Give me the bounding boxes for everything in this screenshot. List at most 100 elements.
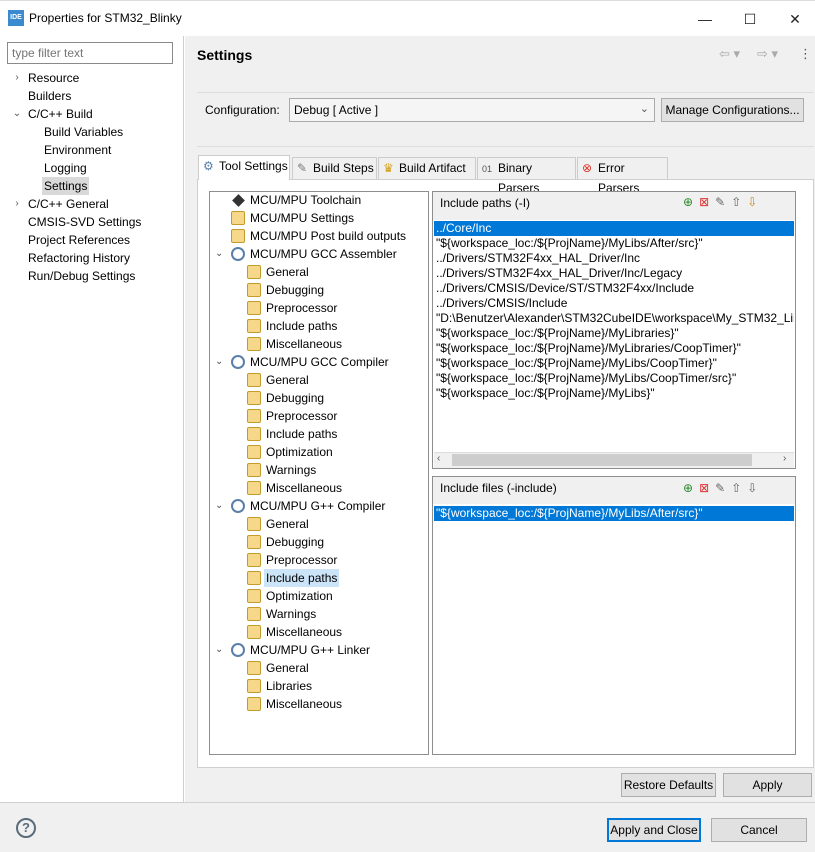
tool-tree-item[interactable]: Debugging [211, 389, 427, 407]
include-path-row[interactable]: "${workspace_loc:/${ProjName}/MyLibs/Coo… [434, 371, 794, 386]
tool-tree-item[interactable]: Libraries [211, 677, 427, 695]
chevron-right-icon[interactable]: › [11, 195, 23, 213]
nav-item-resource[interactable]: › Resource [0, 69, 183, 87]
include-path-row[interactable]: "${workspace_loc:/${ProjName}/MyLibrarie… [434, 326, 794, 341]
tool-tree-item[interactable]: Miscellaneous [211, 695, 427, 713]
tool-tree-item[interactable]: Debugging [211, 281, 427, 299]
include-path-row[interactable]: ../Drivers/STM32F4xx_HAL_Driver/Inc/Lega… [434, 266, 794, 281]
nav-item-cmsis-svd-settings[interactable]: CMSIS-SVD Settings [0, 213, 183, 231]
scroll-right-icon[interactable]: › [783, 453, 786, 464]
tool-tree-item[interactable]: General [211, 659, 427, 677]
chevron-down-icon[interactable]: ⌄ [215, 353, 225, 371]
tool-tree-item[interactable]: Optimization [211, 587, 427, 605]
tool-tree-item[interactable]: General [211, 263, 427, 281]
move-up-icon[interactable]: ⇧ [731, 195, 747, 209]
tool-tree-item[interactable]: Preprocessor [211, 407, 427, 425]
scrollbar-thumb[interactable] [452, 454, 752, 466]
include-files-toolbar: ⊕⊠✎⇧⇩ [683, 481, 763, 495]
tab-tool-settings[interactable]: ⚙ Tool Settings [198, 155, 290, 180]
configuration-select[interactable]: Debug [ Active ] ⌄ [289, 98, 655, 122]
chevron-down-icon[interactable]: ⌄ [11, 105, 23, 123]
nav-item-environment[interactable]: Environment [0, 141, 183, 159]
include-path-row[interactable]: "${workspace_loc:/${ProjName}/MyLibs/Aft… [434, 236, 794, 251]
tab-build-artifact[interactable]: ♛ Build Artifact [378, 157, 476, 179]
chip-icon [232, 194, 245, 207]
include-path-row[interactable]: ../Core/Inc [434, 221, 794, 236]
tool-tree-label: Debugging [266, 535, 325, 549]
chevron-down-icon[interactable]: ⌄ [215, 497, 225, 515]
apply-and-close-button[interactable]: Apply and Close [607, 818, 701, 842]
delete-icon[interactable]: ⊠ [699, 195, 715, 209]
tab-error-parsers[interactable]: ⊗ Error Parsers [577, 157, 668, 195]
include-path-row[interactable]: "${workspace_loc:/${ProjName}/MyLibs}" [434, 386, 794, 401]
tab-binary-parsers[interactable]: 01 Binary Parsers [477, 157, 576, 195]
tool-tree-item[interactable]: Miscellaneous [211, 623, 427, 641]
tool-tree-item[interactable]: Preprocessor [211, 551, 427, 569]
forward-arrow-icon[interactable]: ⇨ ▾ [757, 46, 778, 62]
tool-tree-item[interactable]: Include paths [211, 317, 427, 335]
nav-item-c-c-general[interactable]: › C/C++ General [0, 195, 183, 213]
tool-tree-item[interactable]: General [211, 371, 427, 389]
nav-item-logging[interactable]: Logging [0, 159, 183, 177]
folder-gear-icon [247, 445, 261, 459]
tool-tree-item[interactable]: Include paths [211, 569, 427, 587]
scroll-left-icon[interactable]: ‹ [437, 453, 440, 464]
edit-icon[interactable]: ✎ [715, 195, 731, 209]
tool-tree-label: Include paths [266, 427, 338, 441]
nav-item-project-references[interactable]: Project References [0, 231, 183, 249]
move-down-icon[interactable]: ⇩ [747, 195, 763, 209]
tool-tree-item[interactable]: Warnings [211, 461, 427, 479]
add-icon[interactable]: ⊕ [683, 481, 699, 495]
edit-icon[interactable]: ✎ [715, 481, 731, 495]
move-up-icon[interactable]: ⇧ [731, 481, 747, 495]
filter-input[interactable] [7, 42, 173, 64]
tool-tree-item[interactable]: General [211, 515, 427, 533]
back-arrow-icon[interactable]: ⇦ ▾ [719, 46, 740, 62]
include-path-row[interactable]: ../Drivers/CMSIS/Device/ST/STM32F4xx/Inc… [434, 281, 794, 296]
include-file-row[interactable]: "${workspace_loc:/${ProjName}/MyLibs/Aft… [434, 506, 794, 521]
include-path-row[interactable]: ../Drivers/STM32F4xx_HAL_Driver/Inc [434, 251, 794, 266]
close-button[interactable]: ✕ [772, 6, 815, 32]
tool-tree-item[interactable]: Miscellaneous [211, 335, 427, 353]
add-icon[interactable]: ⊕ [683, 195, 699, 209]
tool-tree-item[interactable]: Debugging [211, 533, 427, 551]
include-path-row[interactable]: ../Drivers/CMSIS/Include [434, 296, 794, 311]
tool-tree-item[interactable]: MCU/MPU Toolchain [211, 191, 427, 209]
tool-tree-item[interactable]: ⌄ MCU/MPU GCC Assembler [211, 245, 427, 263]
include-path-row[interactable]: "${workspace_loc:/${ProjName}/MyLibrarie… [434, 341, 794, 356]
nav-item-settings[interactable]: Settings [0, 177, 183, 195]
nav-item-label: Project References [28, 233, 131, 247]
tool-tree-item[interactable]: ⌄ MCU/MPU GCC Compiler [211, 353, 427, 371]
nav-item-refactoring-history[interactable]: Refactoring History [0, 249, 183, 267]
restore-defaults-button[interactable]: Restore Defaults [621, 773, 716, 797]
nav-item-run-debug-settings[interactable]: Run/Debug Settings [0, 267, 183, 285]
nav-item-c-c-build[interactable]: ⌄ C/C++ Build [0, 105, 183, 123]
tool-tree-item[interactable]: Warnings [211, 605, 427, 623]
tool-tree-item[interactable]: ⌄ MCU/MPU G++ Linker [211, 641, 427, 659]
help-icon[interactable]: ? [16, 818, 36, 838]
move-down-icon[interactable]: ⇩ [747, 481, 763, 495]
apply-button[interactable]: Apply [723, 773, 812, 797]
chevron-down-icon[interactable]: ⌄ [215, 641, 225, 659]
tool-tree-item[interactable]: Optimization [211, 443, 427, 461]
tool-tree-item[interactable]: ⌄ MCU/MPU G++ Compiler [211, 497, 427, 515]
chevron-right-icon[interactable]: › [11, 69, 23, 87]
more-menu-icon[interactable]: ⋮ [799, 46, 812, 62]
tool-tree-item[interactable]: Preprocessor [211, 299, 427, 317]
gear-icon: ⚙ [203, 159, 214, 173]
tool-tree-item[interactable]: MCU/MPU Settings [211, 209, 427, 227]
nav-item-build-variables[interactable]: Build Variables [0, 123, 183, 141]
delete-icon[interactable]: ⊠ [699, 481, 715, 495]
tool-tree-item[interactable]: Include paths [211, 425, 427, 443]
cancel-button[interactable]: Cancel [711, 818, 807, 842]
include-path-row[interactable]: "${workspace_loc:/${ProjName}/MyLibs/Coo… [434, 356, 794, 371]
include-path-row[interactable]: "D:\Benutzer\Alexander\STM32CubeIDE\work… [434, 311, 794, 326]
manage-configurations-button[interactable]: Manage Configurations... [661, 98, 804, 122]
tool-tree-item[interactable]: Miscellaneous [211, 479, 427, 497]
tab-build-steps[interactable]: ✎ Build Steps [292, 157, 377, 179]
maximize-button[interactable]: ☐ [727, 6, 773, 32]
nav-item-builders[interactable]: Builders [0, 87, 183, 105]
minimize-button[interactable]: — [682, 6, 728, 32]
chevron-down-icon[interactable]: ⌄ [215, 245, 225, 263]
tool-tree-item[interactable]: MCU/MPU Post build outputs [211, 227, 427, 245]
